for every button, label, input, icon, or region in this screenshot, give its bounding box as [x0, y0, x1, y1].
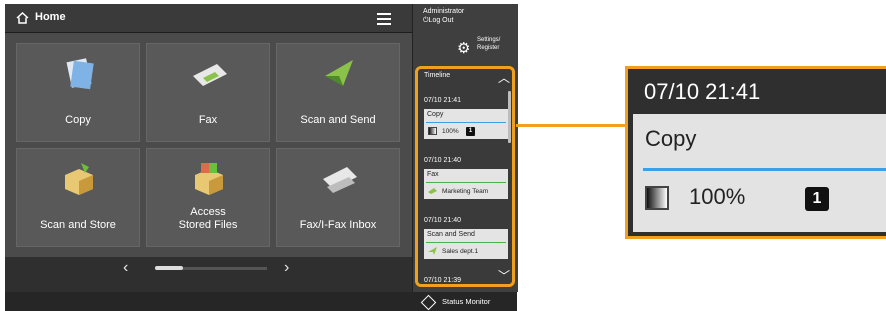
- gear-icon: ⚙: [457, 40, 471, 57]
- copy-icon: [66, 58, 94, 90]
- entry-divider: [426, 242, 506, 243]
- tile-label-line2: Stored Files: [178, 219, 238, 231]
- zoom-title: Copy: [645, 126, 697, 151]
- timeline-time: 07/10 21:40: [424, 157, 461, 164]
- tile-label: Access Stored Files: [147, 206, 269, 232]
- logout-label: Log Out: [428, 17, 454, 24]
- status-monitor-label: Status Monitor: [442, 297, 491, 306]
- zoom-entry-card: Copy 100% 1: [633, 114, 886, 232]
- printer-panel: Home Copy Fax Scan and Send Scan and Sto…: [5, 4, 518, 311]
- tile-label: Copy: [65, 114, 91, 126]
- tile-access-stored-files[interactable]: Access Stored Files: [146, 148, 270, 247]
- entry-title: Fax: [427, 171, 439, 178]
- tile-label-line1: Access: [190, 206, 226, 218]
- settings-label-line1: Settings/: [477, 37, 501, 43]
- scroll-up-chevron-icon[interactable]: ︿: [498, 69, 510, 86]
- color-mode-icon: [645, 186, 669, 210]
- entry-detail: Marketing Team: [442, 188, 489, 195]
- stored-files-icon: [195, 163, 223, 195]
- tile-scan-send[interactable]: Scan and Send: [276, 43, 400, 142]
- home-bar: Home: [5, 4, 412, 33]
- timeline-entry-copy[interactable]: Copy 100% 1: [424, 109, 508, 139]
- app-tiles: Copy Fax Scan and Send Scan and Store Ac…: [5, 33, 412, 257]
- tile-scan-store[interactable]: Scan and Store: [16, 148, 140, 247]
- entry-detail: 100%: [442, 128, 459, 135]
- prev-page-chevron-icon[interactable]: ‹: [123, 259, 128, 277]
- home-label: Home: [35, 11, 66, 23]
- timeline-panel: Timeline ︿ 07/10 21:41 Copy 100% 1 07/10…: [415, 66, 515, 287]
- scan-send-icon: [325, 60, 353, 86]
- timeline-time: 07/10 21:39: [424, 277, 461, 284]
- page-thumb: [155, 266, 183, 270]
- status-monitor-button[interactable]: Status Monitor: [412, 292, 517, 311]
- timeline-entry-fax[interactable]: Fax Marketing Team: [424, 169, 508, 199]
- zoom-divider: [643, 168, 886, 171]
- fax-inbox-icon: [323, 167, 357, 193]
- page-indicator: ‹ ›: [123, 259, 298, 277]
- tile-fax-inbox[interactable]: Fax/I-Fax Inbox: [276, 148, 400, 247]
- admin-label: Administrator: [423, 8, 465, 15]
- status-monitor-icon: [420, 294, 437, 311]
- settings-label: Settings/ Register: [477, 36, 500, 52]
- callout-connector: [516, 124, 625, 127]
- copies-badge: 1: [466, 127, 475, 136]
- settings-register-button[interactable]: ⚙ Settings/ Register: [457, 36, 515, 58]
- scan-send-icon: [428, 247, 437, 255]
- color-mode-icon: [428, 127, 437, 135]
- zoom-time: 07/10 21:41: [644, 79, 761, 104]
- tile-label: Fax/I-Fax Inbox: [299, 219, 377, 231]
- scroll-down-chevron-icon[interactable]: ﹀: [498, 267, 510, 284]
- menu-icon[interactable]: [377, 13, 391, 25]
- scan-store-icon: [65, 163, 93, 195]
- tile-label: Scan and Store: [40, 219, 116, 231]
- timeline-time: 07/10 21:41: [424, 97, 461, 104]
- home-icon: [16, 12, 29, 24]
- next-page-chevron-icon[interactable]: ›: [284, 259, 289, 277]
- timeline-time: 07/10 21:40: [424, 217, 461, 224]
- entry-title: Scan and Send: [427, 231, 475, 238]
- timeline-title: Timeline: [424, 72, 451, 79]
- tile-label: Fax: [198, 114, 218, 126]
- entry-divider: [426, 122, 506, 123]
- timeline-scrollbar[interactable]: [508, 91, 511, 143]
- entry-divider: [426, 182, 506, 183]
- logout-button[interactable]: ⏻Log Out: [423, 16, 453, 25]
- settings-label-line2: Register: [477, 45, 500, 51]
- tile-fax[interactable]: Fax: [146, 43, 270, 142]
- fax-icon: [193, 64, 227, 86]
- zoom-percent: 100%: [689, 184, 746, 209]
- zoom-callout: 07/10 21:41 Copy 100% 1: [625, 66, 886, 239]
- tile-copy[interactable]: Copy: [16, 43, 140, 142]
- entry-detail: Sales dept.1: [442, 248, 479, 255]
- timeline-entry-scan-send[interactable]: Scan and Send Sales dept.1: [424, 229, 508, 259]
- copies-badge: 1: [805, 187, 829, 211]
- fax-icon: [428, 188, 437, 194]
- side-panel: Administrator ⏻Log Out ⚙ Settings/ Regis…: [412, 4, 518, 292]
- entry-title: Copy: [427, 111, 444, 118]
- tile-label: Scan and Send: [300, 114, 376, 126]
